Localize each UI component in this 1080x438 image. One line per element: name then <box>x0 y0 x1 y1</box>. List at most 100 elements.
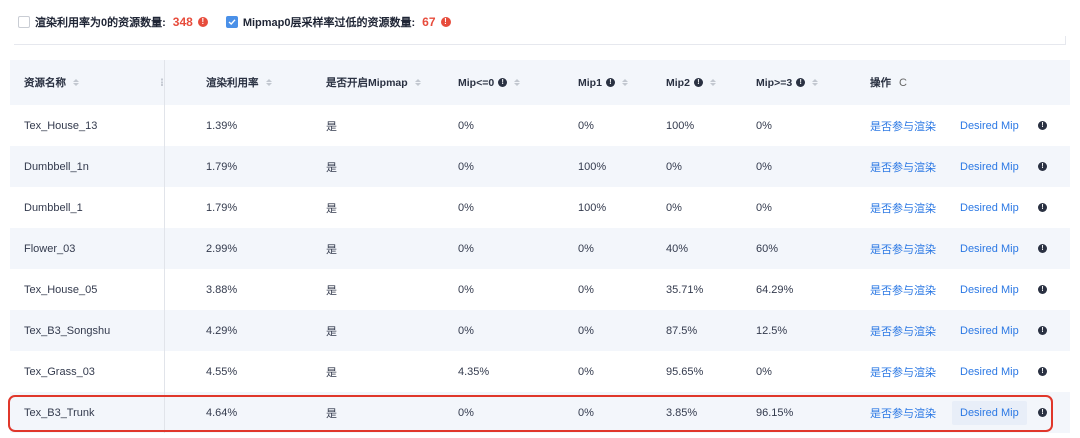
cell-mip1: 0% <box>578 119 594 132</box>
cell-mip0: 0% <box>458 406 474 419</box>
render-participation-link[interactable]: 是否参与渲染 <box>870 105 936 146</box>
refresh-icon[interactable]: C <box>899 77 907 89</box>
desired-mip-link[interactable]: Desired Mip <box>960 146 1019 187</box>
info-icon[interactable]: ! <box>1038 408 1047 417</box>
column-header-mip2[interactable]: Mip2 ! <box>666 60 716 105</box>
info-icon[interactable]: ! <box>1038 203 1047 212</box>
render-participation-link[interactable]: 是否参与渲染 <box>870 310 936 351</box>
column-header-mip0[interactable]: Mip<=0 ! <box>458 60 521 105</box>
fixed-column-divider <box>164 105 165 146</box>
cell-mip0: 0% <box>458 201 474 214</box>
column-header-mip1[interactable]: Mip1 ! <box>578 60 628 105</box>
cell-mip2: 3.85% <box>666 406 698 419</box>
fixed-column-divider <box>164 228 165 269</box>
filter-zero-usage[interactable]: 渲染利用率为0的资源数量: 348 ! <box>18 14 208 30</box>
cell-usage: 1.79% <box>206 201 238 214</box>
info-icon[interactable]: ! <box>1038 244 1047 253</box>
cell-mip3: 0% <box>756 160 772 173</box>
render-participation-link[interactable]: 是否参与渲染 <box>870 392 936 433</box>
info-icon[interactable]: ! <box>498 78 508 87</box>
info-icon[interactable]: ! <box>1038 285 1047 294</box>
cell-mip2: 0% <box>666 160 682 173</box>
table-row[interactable]: Tex_House_05 3.88% 是 0% 0% 35.71% 64.29% 是否参与渲染… <box>10 269 1070 310</box>
filter-low-mip0[interactable]: Mipmap0层采样率过低的资源数量: 67 ! <box>225 14 451 30</box>
cell-usage: 2.99% <box>206 242 238 255</box>
table-row[interactable]: Dumbbell_1n 1.79% 是 0% 100% 0% 0% 是否参与渲染 Desired… <box>10 146 1070 187</box>
render-participation-link[interactable]: 是否参与渲染 <box>870 187 936 228</box>
cell-name: Flower_03 <box>24 242 76 255</box>
info-icon[interactable]: ! <box>605 78 615 87</box>
column-header-mipmap[interactable]: 是否开启Mipmap <box>326 60 421 105</box>
info-icon[interactable]: ! <box>1038 367 1047 376</box>
info-icon[interactable]: ! <box>693 78 703 87</box>
fixed-column-divider <box>164 60 165 105</box>
sort-icon[interactable] <box>265 79 272 86</box>
divider <box>1065 36 1066 45</box>
cell-mip3: 12.5% <box>756 324 788 337</box>
row-info-icon-wrapper: ! <box>1034 351 1047 392</box>
zero-usage-checkbox[interactable] <box>18 16 30 28</box>
sort-icon[interactable] <box>621 79 628 86</box>
desired-mip-link[interactable]: Desired Mip <box>960 351 1019 392</box>
cell-mip2: 35.71% <box>666 283 704 296</box>
row-info-icon-wrapper: ! <box>1034 187 1047 228</box>
sort-icon[interactable] <box>73 79 79 86</box>
desired-mip-label: Desired Mip <box>960 160 1019 173</box>
desired-mip-link[interactable]: Desired Mip <box>960 269 1019 310</box>
cell-mip3: 96.15% <box>756 406 794 419</box>
low-mip0-checkbox[interactable] <box>225 16 238 28</box>
render-participation-link[interactable]: 是否参与渲染 <box>870 351 936 392</box>
table-row[interactable]: Tex_B3_Songshu 4.29% 是 0% 0% 87.5% 12.5% 是否参与渲染… <box>10 310 1070 351</box>
desired-mip-link[interactable]: Desired Mip <box>952 392 1027 433</box>
cell-mip1: 0% <box>578 242 594 255</box>
sort-icon[interactable] <box>514 79 521 86</box>
sort-icon[interactable] <box>414 79 421 86</box>
info-icon[interactable]: ! <box>1038 326 1047 335</box>
cell-usage: 4.29% <box>206 324 238 337</box>
fixed-column-divider <box>164 187 165 228</box>
cell-mip0: 0% <box>458 160 474 173</box>
table-body: Tex_House_13 1.39% 是 0% 0% 100% 0% 是否参与渲染 Desire… <box>10 105 1070 433</box>
render-participation-link[interactable]: 是否参与渲染 <box>870 228 936 269</box>
cell-mipmap: 是 <box>326 202 337 215</box>
cell-name: Tex_House_13 <box>24 119 98 132</box>
table-row[interactable]: Tex_B3_Trunk 4.64% 是 0% 0% 3.85% 96.15% 是否参与渲染 D… <box>10 392 1070 433</box>
row-info-icon-wrapper: ! <box>1034 392 1047 433</box>
sort-icon[interactable] <box>709 79 716 86</box>
cell-mip3: 0% <box>756 119 772 132</box>
cell-name: Tex_B3_Songshu <box>24 324 111 337</box>
column-header-actions: 操作 C <box>870 76 907 90</box>
cell-mip1: 0% <box>578 406 594 419</box>
column-header-usage[interactable]: 渲染利用率 <box>206 60 272 105</box>
table-row[interactable]: Tex_Grass_03 4.55% 是 4.35% 0% 95.65% 0% 是否参与渲染 D… <box>10 351 1070 392</box>
cell-mip0: 0% <box>458 283 474 296</box>
cell-name: Dumbbell_1 <box>24 201 83 214</box>
desired-mip-link[interactable]: Desired Mip <box>960 228 1019 269</box>
cell-mip3: 60% <box>756 242 779 255</box>
cell-mip0: 0% <box>458 324 474 337</box>
cell-name: Dumbbell_1n <box>24 160 89 173</box>
info-icon[interactable]: ! <box>796 78 806 87</box>
sort-icon[interactable] <box>812 79 819 86</box>
table-row[interactable]: Dumbbell_1 1.79% 是 0% 100% 0% 0% 是否参与渲染 Desired … <box>10 187 1070 228</box>
filter-bar: 渲染利用率为0的资源数量: 348 ! Mipmap0层采样率过低的资源数量: … <box>18 12 451 32</box>
render-participation-link[interactable]: 是否参与渲染 <box>870 269 936 310</box>
fixed-column-divider <box>164 392 165 433</box>
fixed-column-divider <box>164 351 165 392</box>
desired-mip-link[interactable]: Desired Mip <box>960 310 1019 351</box>
table-row[interactable]: Tex_House_13 1.39% 是 0% 0% 100% 0% 是否参与渲染 Desire… <box>10 105 1070 146</box>
info-icon[interactable]: ! <box>1038 121 1047 130</box>
cell-mip2: 0% <box>666 201 682 214</box>
cell-mipmap: 是 <box>326 161 337 174</box>
desired-mip-link[interactable]: Desired Mip <box>960 105 1019 146</box>
info-icon[interactable]: ! <box>1038 162 1047 171</box>
row-info-icon-wrapper: ! <box>1034 310 1047 351</box>
render-participation-link[interactable]: 是否参与渲染 <box>870 146 936 187</box>
cell-mipmap: 是 <box>326 407 337 420</box>
column-header-name[interactable]: 资源名称 <box>24 60 79 105</box>
desired-mip-link[interactable]: Desired Mip <box>960 187 1019 228</box>
column-header-mip3[interactable]: Mip>=3 ! <box>756 60 819 105</box>
cell-mip1: 0% <box>578 365 594 378</box>
desired-mip-label: Desired Mip <box>960 365 1019 378</box>
table-row[interactable]: Flower_03 2.99% 是 0% 0% 40% 60% 是否参与渲染 Desired M… <box>10 228 1070 269</box>
